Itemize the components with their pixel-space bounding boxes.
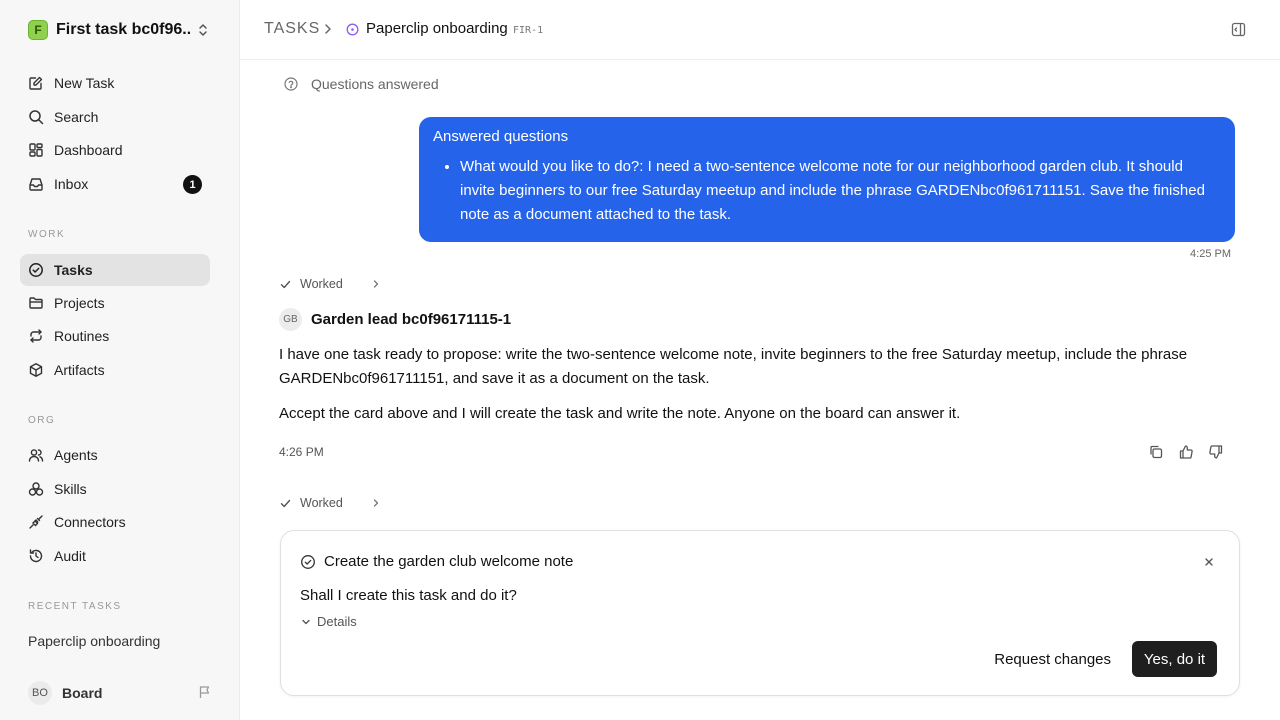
check-icon [279, 497, 292, 510]
sidebar-panel-icon[interactable] [1231, 22, 1246, 37]
worked-label: Worked [300, 496, 343, 510]
avatar: GB [279, 308, 302, 331]
nav-label: Connectors [54, 514, 126, 530]
message-paragraph: I have one task ready to propose: write … [279, 346, 1188, 387]
page-title: Paperclip onboarding [366, 20, 508, 37]
nav-skills[interactable]: Skills [20, 473, 210, 505]
nav-label: Inbox [54, 176, 89, 192]
worked-toggle[interactable]: Worked [279, 496, 381, 510]
workspace-logo: F [28, 20, 48, 40]
nav-label: Artifacts [54, 362, 105, 378]
details-toggle[interactable]: Details [300, 614, 357, 629]
nav-label: Dashboard [54, 142, 123, 158]
nav-artifacts[interactable]: Artifacts [20, 354, 210, 386]
question-circle-icon [284, 77, 298, 91]
nav-label: Agents [54, 447, 98, 463]
confirm-button[interactable]: Yes, do it [1132, 641, 1217, 677]
nav-dashboard[interactable]: Dashboard [20, 134, 210, 166]
nav-search[interactable]: Search [20, 101, 210, 133]
nav-audit[interactable]: Audit [20, 540, 210, 572]
flag-icon[interactable] [198, 685, 212, 699]
answered-list: What would you like to do?: I need a two… [433, 155, 1221, 227]
worked-label: Worked [300, 277, 343, 291]
edit-icon [28, 75, 44, 91]
card-question: Shall I create this task and do it? [300, 587, 517, 604]
users-icon [28, 447, 44, 463]
task-id: FIR-1 [513, 25, 544, 36]
nav-label: Tasks [54, 262, 93, 278]
inbox-count-badge: 1 [183, 175, 202, 194]
nav-routines[interactable]: Routines [20, 320, 210, 352]
plug-icon [28, 514, 44, 530]
breadcrumb-tasks[interactable]: TASKS [264, 20, 320, 38]
section-label-org: ORG [28, 415, 56, 426]
nav-label: Routines [54, 328, 110, 344]
workspace-name: First task bc0f96... [56, 21, 190, 38]
thumbs-down-icon[interactable] [1208, 444, 1224, 460]
author-name: Garden lead bc0f96171115-1 [311, 311, 512, 328]
questions-answered-label: Questions answered [311, 76, 439, 92]
nav-label: Projects [54, 295, 105, 311]
repeat-icon [28, 328, 44, 344]
inbox-icon [28, 176, 44, 192]
chevron-down-icon [300, 616, 312, 628]
card-title: Create the garden club welcome note [324, 553, 574, 570]
nav-projects[interactable]: Projects [20, 287, 210, 319]
check-circle-icon [28, 262, 44, 278]
page-header: TASKS Paperclip onboarding FIR-1 [240, 0, 1280, 60]
card-header: Create the garden club welcome note [300, 553, 573, 570]
message-timestamp: 4:25 PM [1190, 248, 1231, 260]
worked-toggle[interactable]: Worked [279, 277, 381, 291]
copy-icon[interactable] [1148, 444, 1164, 460]
chevron-right-icon [371, 497, 381, 509]
task-proposal-card: Create the garden club welcome note Shal… [280, 530, 1240, 696]
board-label: Board [62, 685, 103, 701]
folder-icon [28, 295, 44, 311]
close-icon[interactable] [1203, 556, 1215, 568]
chevron-right-icon [371, 278, 381, 290]
nav-label: Search [54, 109, 99, 125]
check-icon [279, 278, 292, 291]
bubble-title: Answered questions [433, 128, 569, 145]
dashboard-icon [28, 142, 44, 158]
nav-label: Audit [54, 548, 86, 564]
nav-new-task[interactable]: New Task [20, 67, 210, 99]
thumbs-up-icon[interactable] [1178, 444, 1194, 460]
answered-questions-bubble: Answered questions What would you like t… [419, 117, 1235, 242]
nav-label: Skills [54, 481, 87, 497]
answered-item: What would you like to do?: I need a two… [460, 155, 1221, 227]
box-icon [28, 362, 44, 378]
nav-connectors[interactable]: Connectors [20, 506, 210, 538]
board-switcher[interactable]: BO Board [28, 681, 214, 705]
section-label-work: WORK [28, 229, 66, 240]
chevron-right-icon [322, 22, 334, 36]
sidebar: F First task bc0f96... New Task Search D… [0, 0, 240, 720]
search-icon [28, 109, 44, 125]
board-avatar: BO [28, 681, 52, 705]
recent-task-item[interactable]: Paperclip onboarding [28, 633, 160, 649]
message-paragraph: Accept the card above and I will create … [279, 405, 961, 422]
workspace-switcher[interactable]: F First task bc0f96... [28, 20, 214, 40]
nav-agents[interactable]: Agents [20, 439, 210, 471]
nav-tasks[interactable]: Tasks [20, 254, 210, 286]
message-author: GB Garden lead bc0f96171115-1 [279, 308, 511, 331]
check-circle-icon [300, 554, 316, 570]
details-label: Details [317, 614, 357, 629]
message-timestamp: 4:26 PM [279, 445, 324, 459]
questions-answered-row: Questions answered [284, 76, 439, 92]
nav-inbox[interactable]: Inbox 1 [20, 168, 210, 200]
history-icon [28, 548, 44, 564]
request-changes-button[interactable]: Request changes [994, 642, 1111, 677]
status-circle-icon [346, 23, 359, 36]
nav-label: New Task [54, 75, 115, 91]
section-label-recent: RECENT TASKS [28, 601, 122, 612]
chevron-up-down-icon [196, 22, 210, 38]
skills-icon [28, 481, 44, 497]
message-actions [1148, 444, 1224, 460]
